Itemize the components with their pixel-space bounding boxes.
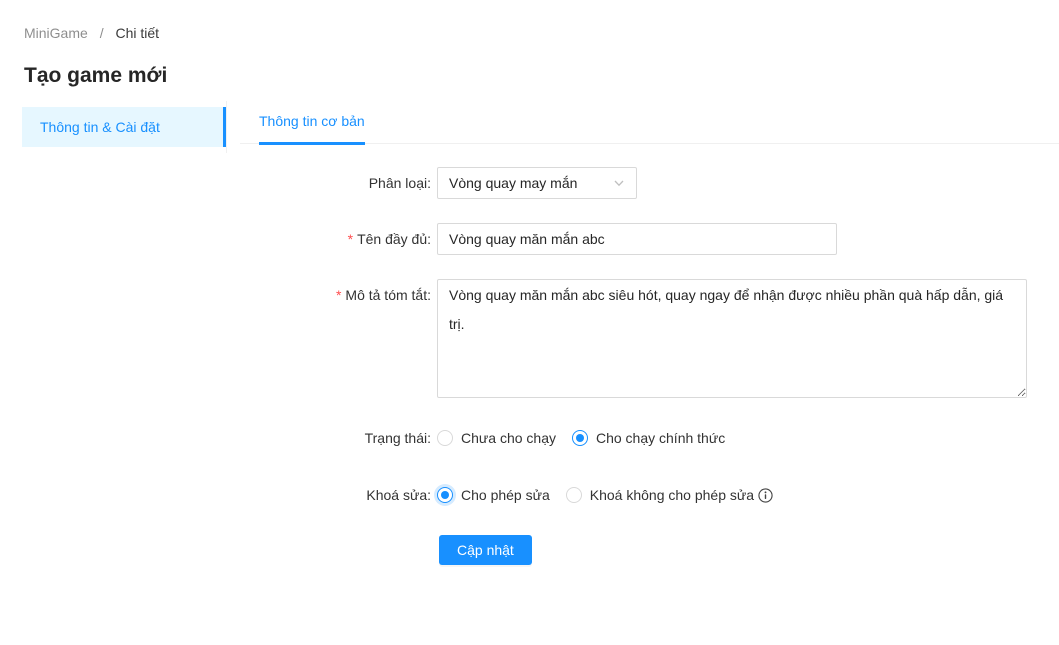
status-radio-official[interactable]: Cho chạy chính thức	[572, 430, 725, 446]
breadcrumb-separator: /	[100, 25, 104, 41]
breadcrumb-current: Chi tiết	[115, 25, 159, 41]
description-label: *Mô tả tóm tắt:	[240, 279, 431, 311]
radio-unchecked-icon[interactable]	[566, 487, 582, 503]
form-row-description: *Mô tả tóm tắt: Vòng quay măn mắn abc si…	[240, 279, 1059, 398]
form-row-category: Phân loại: Vòng quay may mắn	[240, 167, 1059, 199]
edit-lock-label: Khoá sửa:	[240, 479, 431, 511]
info-icon[interactable]	[758, 488, 773, 503]
tab-bar: Thông tin cơ bản	[240, 101, 1059, 144]
sidebar-item-label: Thông tin & Cài đặt	[40, 119, 160, 135]
form-row-full-name: *Tên đầy đủ:	[240, 223, 1059, 255]
tab-basic-info[interactable]: Thông tin cơ bản	[259, 101, 365, 145]
full-name-label: *Tên đầy đủ:	[240, 223, 431, 255]
game-form: Phân loại: Vòng quay may mắn *Tên đầy đủ…	[240, 167, 1059, 565]
status-radio-group: Chưa cho chạy Cho chạy chính thức	[437, 430, 741, 446]
edit-lock-radio-deny[interactable]: Khoá không cho phép sửa	[566, 487, 754, 503]
full-name-input[interactable]	[437, 223, 837, 255]
radio-checked-icon[interactable]	[437, 487, 453, 503]
status-label: Trạng thái:	[240, 422, 431, 454]
status-radio-not-running[interactable]: Chưa cho chạy	[437, 430, 556, 446]
breadcrumb-minigame[interactable]: MiniGame	[24, 25, 88, 41]
radio-checked-icon[interactable]	[572, 430, 588, 446]
update-button[interactable]: Cập nhật	[439, 535, 532, 565]
category-select[interactable]: Vòng quay may mắn	[437, 167, 637, 199]
radio-unchecked-icon[interactable]	[437, 430, 453, 446]
description-textarea[interactable]: Vòng quay măn mắn abc siêu hót, quay nga…	[437, 279, 1027, 398]
form-row-status: Trạng thái: Chưa cho chạy Cho chạy chính…	[240, 422, 1059, 454]
form-row-edit-lock: Khoá sửa: Cho phép sửa Khoá không cho ph…	[240, 479, 1059, 511]
edit-lock-radio-allow[interactable]: Cho phép sửa	[437, 487, 550, 503]
required-asterisk: *	[348, 231, 353, 247]
tabs-column: Thông tin cơ bản Phân loại: Vòng quay ma…	[240, 101, 1059, 565]
sidebar-item-info-settings[interactable]: Thông tin & Cài đặt	[22, 107, 226, 147]
category-label: Phân loại:	[240, 167, 431, 199]
page-title: Tạo game mới	[24, 64, 1059, 88]
button-row: Cập nhật	[240, 535, 1059, 565]
edit-lock-radio-group: Cho phép sửa Khoá không cho phép sửa	[437, 487, 773, 503]
required-asterisk: *	[336, 287, 341, 303]
breadcrumb: MiniGame / Chi tiết	[24, 25, 1059, 41]
chevron-down-icon	[613, 177, 625, 189]
main-layout: Thông tin & Cài đặt Thông tin cơ bản Phâ…	[0, 101, 1059, 565]
side-menu: Thông tin & Cài đặt	[0, 101, 227, 153]
category-select-value: Vòng quay may mắn	[449, 175, 613, 191]
